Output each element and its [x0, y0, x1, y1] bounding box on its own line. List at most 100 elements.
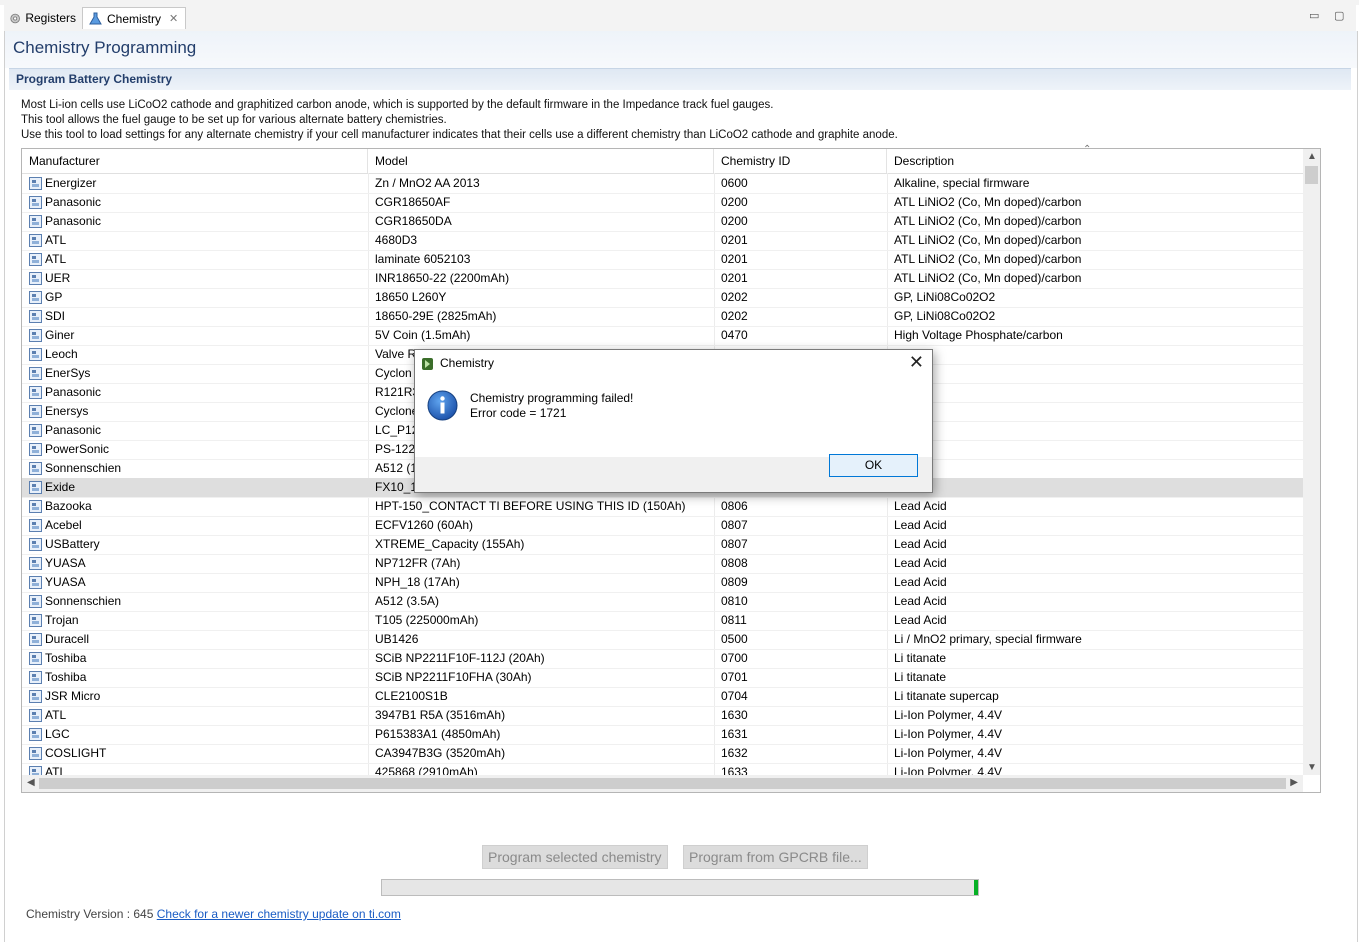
table-row[interactable]: Sonnenschien A512 (3.5A) 0810 Lead Acid: [22, 592, 1303, 612]
chemistry-id-cell: 1632: [721, 744, 887, 763]
vertical-scroll-thumb[interactable]: [1305, 166, 1318, 184]
cell-text: Zn / MnO2 AA 2013: [375, 176, 480, 190]
description-cell: Alkaline, special firmware: [894, 174, 1294, 193]
model-cell: laminate 6052103: [375, 250, 713, 269]
model-cell: CA3947B3G (3520mAh): [375, 744, 713, 763]
close-icon[interactable]: ✕: [169, 12, 178, 25]
chemistry-id-cell: 0500: [721, 630, 887, 649]
description-cell: High Voltage Phosphate/carbon: [894, 326, 1294, 345]
dialog-close-icon[interactable]: ✕: [909, 352, 924, 373]
table-row[interactable]: Duracell UB1426 0500 Li / MnO2 primary, spe…: [22, 630, 1303, 650]
table-row[interactable]: Toshiba SCiB NP2211F10FHA (30Ah) 0701 Li ti…: [22, 668, 1303, 688]
program-selected-chemistry-button[interactable]: Program selected chemistry: [482, 845, 668, 869]
table-row[interactable]: YUASA NPH_18 (17Ah) 0809 Lead Acid: [22, 573, 1303, 593]
tab-chemistry[interactable]: Chemistry ✕: [82, 7, 186, 29]
table-row[interactable]: UER INR18650-22 (2200mAh) 0201 ATL LiNiO2 (…: [22, 269, 1303, 289]
table-row[interactable]: Bazooka HPT-150_CONTACT TI BEFORE USING T…: [22, 497, 1303, 517]
table-row[interactable]: ATL laminate 6052103 0201 ATL LiNiO2 (Co, M…: [22, 250, 1303, 270]
cell-text: SCiB NP2211F10F-112J (20Ah): [375, 651, 545, 665]
column-header-manufacturer[interactable]: Manufacturer: [22, 149, 368, 173]
check-update-link[interactable]: Check for a newer chemistry update on ti…: [157, 907, 401, 921]
page-title: Chemistry Programming: [13, 38, 197, 57]
manufacturer-cell: Sonnenschien: [29, 459, 367, 478]
manufacturer-cell: EnerSys: [29, 364, 367, 383]
description-cell: cid: [894, 478, 1294, 497]
table-row[interactable]: GP 18650 L260Y 0202 GP, LiNi08Co02O2: [22, 288, 1303, 308]
battery-chemistry-icon: [29, 310, 42, 323]
vertical-scrollbar[interactable]: ▲ ▼: [1303, 149, 1320, 775]
table-row[interactable]: LGC P615383A1 (4850mAh) 1631 Li-Ion Polymer…: [22, 725, 1303, 745]
battery-chemistry-icon: [29, 747, 42, 760]
tab-registers[interactable]: Registers: [4, 7, 82, 29]
horizontal-scroll-thumb[interactable]: [39, 778, 1286, 789]
cell-text: Li titanate: [894, 670, 947, 684]
cell-text: Li-Ion Polymer, 4.4V: [894, 746, 1003, 760]
model-cell: 4680D3: [375, 231, 713, 250]
cell-text: Panasonic: [45, 214, 102, 228]
table-row[interactable]: COSLIGHT CA3947B3G (3520mAh) 1632 Li-Ion Po…: [22, 744, 1303, 764]
table-row[interactable]: ATL 4680D3 0201 ATL LiNiO2 (Co, Mn doped)/c…: [22, 231, 1303, 251]
cell-text: 0807: [721, 518, 748, 532]
program-from-gpcrb-button[interactable]: Program from GPCRB file...: [683, 845, 868, 869]
cell-text: Exide: [45, 480, 76, 494]
table-row[interactable]: YUASA NP712FR (7Ah) 0808 Lead Acid: [22, 554, 1303, 574]
cell-text: YUASA: [45, 556, 86, 570]
cell-text: T105 (225000mAh): [375, 613, 479, 627]
cell-text: ATL LiNiO2 (Co, Mn doped)/carbon: [894, 195, 1082, 209]
table-row[interactable]: ATL 3947B1 R5A (3516mAh) 1630 Li-Ion Polyme…: [22, 706, 1303, 726]
cell-text: 3947B1 R5A (3516mAh): [375, 708, 506, 722]
model-cell: UB1426: [375, 630, 713, 649]
description-cell: cid: [894, 459, 1294, 478]
manufacturer-cell: JSR Micro: [29, 687, 367, 706]
cell-text: Li-Ion Polymer, 4.4V: [894, 727, 1003, 741]
chemistry-id-cell: 0200: [721, 212, 887, 231]
chemistry-id-cell: 0202: [721, 307, 887, 326]
table-row[interactable]: Panasonic CGR18650DA 0200 ATL LiNiO2 (Co, M…: [22, 212, 1303, 232]
model-cell: 3947B1 R5A (3516mAh): [375, 706, 713, 725]
column-header-model[interactable]: Model: [368, 149, 714, 173]
table-row[interactable]: Trojan T105 (225000mAh) 0811 Lead Acid: [22, 611, 1303, 631]
scroll-up-icon[interactable]: ▲: [1307, 151, 1317, 162]
manufacturer-cell: Panasonic: [29, 193, 367, 212]
column-header-description[interactable]: Description: [887, 149, 1303, 173]
battery-chemistry-icon: [29, 633, 42, 646]
table-row[interactable]: Toshiba SCiB NP2211F10F-112J (20Ah) 0700 Li…: [22, 649, 1303, 669]
cell-text: LGC: [45, 727, 70, 741]
description-cell: cid: [894, 383, 1294, 402]
info-icon: [427, 390, 458, 421]
dialog-title: Chemistry: [440, 356, 495, 370]
table-row[interactable]: Acebel ECFV1260 (60Ah) 0807 Lead Acid: [22, 516, 1303, 536]
horizontal-scrollbar[interactable]: ◀ ▶: [22, 775, 1303, 792]
app-icon: [422, 358, 433, 370]
chemistry-id-cell: 0807: [721, 535, 887, 554]
ok-button[interactable]: OK: [829, 454, 918, 477]
maximize-icon[interactable]: ▢: [1334, 9, 1344, 22]
table-row[interactable]: USBattery XTREME_Capacity (155Ah) 0807 Lead…: [22, 535, 1303, 555]
scroll-left-icon[interactable]: ◀: [27, 777, 35, 788]
cell-text: Energizer: [45, 176, 97, 190]
manufacturer-cell: ATL: [29, 250, 367, 269]
cell-text: PowerSonic: [45, 442, 110, 456]
description-cell: ATL LiNiO2 (Co, Mn doped)/carbon: [894, 231, 1294, 250]
column-header-chemistry-id[interactable]: Chemistry ID: [714, 149, 887, 173]
cell-text: JSR Micro: [45, 689, 101, 703]
description-cell: ATL LiNiO2 (Co, Mn doped)/carbon: [894, 193, 1294, 212]
cell-text: 0806: [721, 499, 748, 513]
cell-text: Sonnenschien: [45, 594, 122, 608]
table-row[interactable]: JSR Micro CLE2100S1B 0704 Li titanate super…: [22, 687, 1303, 707]
scroll-down-icon[interactable]: ▼: [1307, 762, 1317, 773]
table-row[interactable]: Giner 5V Coin (1.5mAh) 0470 High Voltage Ph…: [22, 326, 1303, 346]
table-row[interactable]: Energizer Zn / MnO2 AA 2013 0600 Alkaline, …: [22, 174, 1303, 194]
table-row[interactable]: Panasonic CGR18650AF 0200 ATL LiNiO2 (Co, M…: [22, 193, 1303, 213]
cell-text: 0201: [721, 252, 748, 266]
table-row[interactable]: SDI 18650-29E (2825mAh) 0202 GP, LiNi08Co02…: [22, 307, 1303, 327]
dialog-message: Chemistry programming failed! Error code…: [470, 391, 633, 421]
cell-text: Lead Acid: [894, 518, 947, 532]
scroll-right-icon[interactable]: ▶: [1290, 777, 1298, 788]
cell-text: Panasonic: [45, 423, 102, 437]
battery-chemistry-icon: [29, 481, 42, 494]
cell-text: Panasonic: [45, 385, 102, 399]
minimize-icon[interactable]: ▭: [1309, 9, 1319, 22]
model-cell: P615383A1 (4850mAh): [375, 725, 713, 744]
manufacturer-cell: ATL: [29, 706, 367, 725]
